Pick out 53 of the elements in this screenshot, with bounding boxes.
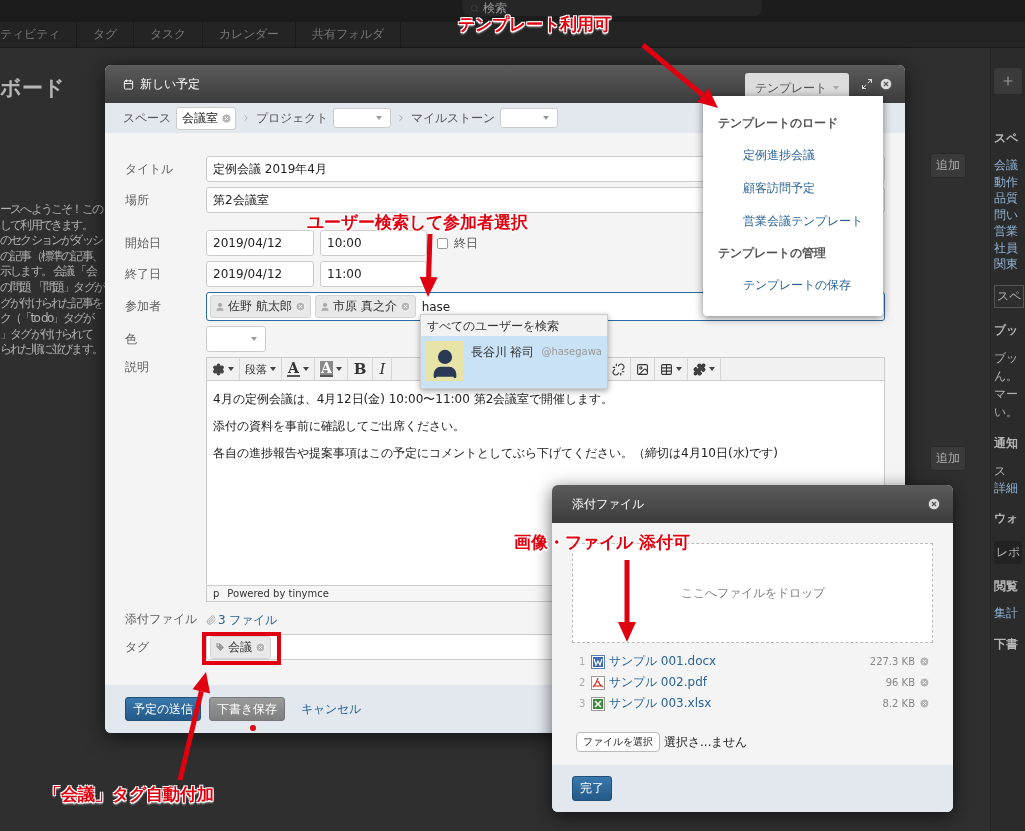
field-label: 場所 [125, 191, 149, 209]
intro-text-line: グが付けられた記事を [0, 295, 102, 312]
intro-text-line: の問題 「問題」タグが [0, 279, 104, 296]
intro-text-line: ースへようこそ！この [0, 202, 102, 218]
panel-text: い。 [994, 403, 1018, 421]
intro-text-line: 」タグが付けられて [0, 326, 92, 343]
annotation-label: テンプレート利用可 [458, 14, 611, 36]
highlight-glyph: A [319, 361, 333, 377]
element-path: p [213, 588, 220, 599]
panel-heading: 閲覧 [994, 578, 1018, 595]
intro-text-line: られた順に並びます。 [0, 342, 102, 358]
space-label: スペース [123, 109, 171, 127]
panel-text: ブッ [994, 349, 1018, 367]
intro-text-line: のセクションがダッシ [0, 233, 102, 249]
panel-text: ス [994, 462, 1006, 480]
panel-heading: スペ [994, 130, 1018, 147]
field-label: タイトル [125, 160, 173, 178]
all-day-label: 終日 [454, 234, 478, 252]
field-label: 終了日 [125, 265, 161, 283]
menu-header: テンプレートの管理 [717, 245, 827, 262]
intro-text-line: の記事（標準の記事、 [0, 248, 102, 265]
file-size: 96 KB [885, 677, 915, 688]
file-size: 8.2 KB [882, 698, 915, 709]
powered-by-text: Powered by tinymce [227, 588, 329, 599]
intro-text-line: して利用できます。 [0, 217, 92, 234]
milestone-label: マイルストーン [411, 109, 495, 127]
panel-heading: ブッ [994, 321, 1018, 339]
editor-paragraph: 各自の進捗報告や提案事項はこの予定にコメントとしてぶら下げてください。（締切は4月10日(水)です) [213, 445, 779, 461]
dialog-title: 新しい予定 [140, 75, 200, 93]
field-label: 説明 [125, 359, 149, 376]
intro-text-line: ク（「to do」タグが [0, 311, 94, 327]
text-color-glyph: A [287, 361, 300, 377]
field-label: 参加者 [125, 298, 161, 315]
intro-text-line: 示します。 会議 「会 [0, 264, 96, 280]
menu-header: テンプレートのロード [717, 115, 839, 132]
no-file-text: 選択さ...ません [664, 733, 748, 751]
field-label: 色 [125, 330, 137, 348]
editor-paragraph: 添付の資料を事前に確認してご出席ください。 [213, 418, 466, 434]
field-label: タグ [125, 638, 149, 656]
panel-heading: 下書 [994, 635, 1018, 653]
panel-heading: ウォ [994, 510, 1018, 527]
editor-paragraph: 4月の定例会議は、4月12日(金) 10:00〜11:00 第2会議室で開催します。 [213, 391, 615, 407]
field-label: 開始日 [125, 234, 161, 252]
panel-heading: 通知 [994, 434, 1018, 452]
annotation-label: 「会議」タグ自動付加 [44, 783, 214, 806]
dialog-title: 添付ファイル [572, 495, 644, 513]
project-label: プロジェクト [256, 109, 328, 127]
field-label: 添付ファイル [125, 611, 197, 628]
file-number: 3 [579, 698, 587, 709]
panel-text: マー [994, 385, 1018, 403]
panel-text: ん。 [994, 367, 1018, 385]
file-number: 2 [579, 677, 587, 688]
page-title: ボード [0, 75, 65, 102]
